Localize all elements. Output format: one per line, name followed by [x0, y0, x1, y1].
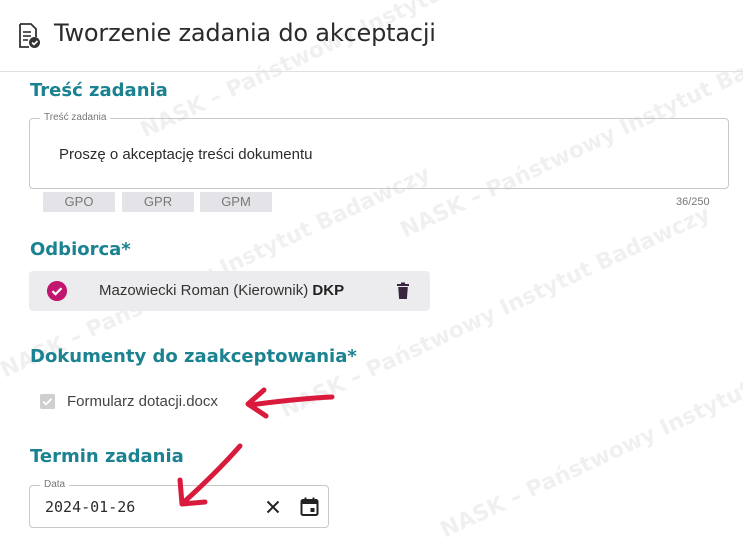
document-check-icon: [19, 23, 40, 48]
trash-icon[interactable]: [394, 282, 412, 300]
page-header: Tworzenie zadania do akceptacji: [0, 0, 743, 72]
task-content-heading: Treść zadania: [30, 80, 168, 101]
recipient-name: Mazowiecki Roman (Kierownik) DKP: [99, 282, 345, 299]
deadline-date-field[interactable]: Data 2024-01-26: [29, 479, 329, 528]
clear-icon[interactable]: [264, 498, 282, 516]
task-content-field-label: Treść zadania: [40, 112, 111, 123]
documents-heading: Dokumenty do zaakceptowania*: [30, 346, 357, 367]
quick-text-button-gpr[interactable]: GPR: [122, 192, 194, 212]
document-label: Formularz dotacji.docx: [67, 393, 218, 410]
watermark-text: NASK – Państwowy Instytut Badawczy: [276, 201, 715, 424]
watermark-text: NASK – Państwowy Instytut Badawczy: [436, 322, 743, 544]
task-content-value[interactable]: Proszę o akceptację treści dokumentu: [59, 146, 312, 163]
character-counter: 36/250: [676, 196, 710, 208]
quick-text-button-gpm[interactable]: GPM: [200, 192, 272, 212]
date-value[interactable]: 2024-01-26: [45, 498, 135, 516]
recipient-unit: DKP: [312, 282, 345, 299]
calendar-icon[interactable]: [300, 497, 319, 516]
page-title: Tworzenie zadania do akceptacji: [54, 19, 436, 47]
recipient-chip: Mazowiecki Roman (Kierownik) DKP: [29, 271, 430, 311]
check-circle-icon: [47, 281, 67, 301]
date-field-label: Data: [40, 479, 70, 490]
document-checkbox[interactable]: [40, 394, 55, 409]
recipient-heading: Odbiorca*: [30, 239, 131, 260]
deadline-heading: Termin zadania: [30, 446, 184, 467]
annotation-arrow-icon: [245, 387, 335, 419]
quick-text-button-gpo[interactable]: GPO: [43, 192, 115, 212]
task-content-textarea[interactable]: Treść zadania Proszę o akceptację treści…: [29, 112, 729, 189]
